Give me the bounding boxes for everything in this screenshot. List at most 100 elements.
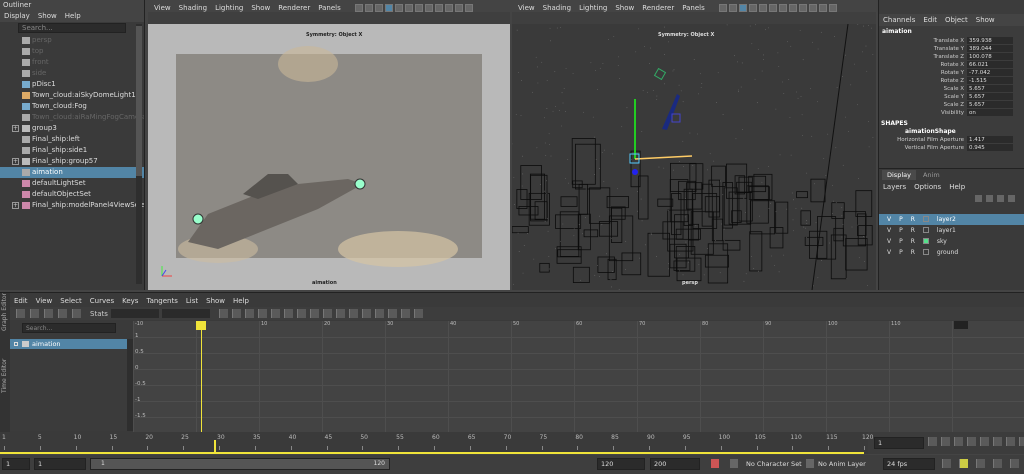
playback-start-field[interactable]: 1 — [34, 458, 86, 470]
graph-editor-menu-view[interactable]: View — [36, 297, 53, 305]
retime-icon[interactable] — [72, 309, 81, 318]
layer-flag-r[interactable]: R — [911, 236, 915, 247]
preferences-icon[interactable] — [1010, 459, 1019, 468]
layer-flag-r[interactable]: R — [911, 247, 915, 258]
resolution-gate-icon[interactable] — [798, 4, 807, 12]
shaded-icon[interactable] — [748, 4, 757, 12]
channel-row[interactable]: Vertical Film Aperture 0.945 — [879, 144, 1024, 152]
gamma-icon[interactable] — [828, 4, 837, 12]
aim-locator-icon[interactable] — [671, 113, 681, 123]
range-bar[interactable]: 1 120 — [90, 458, 390, 470]
up-locator-icon[interactable] — [653, 67, 667, 81]
channel-row[interactable]: Scale Y 5.657 — [879, 93, 1024, 101]
denormalize-icon[interactable] — [413, 309, 423, 318]
layer-menu-options[interactable]: Options — [914, 183, 941, 191]
flat-tangent-icon[interactable] — [270, 309, 280, 318]
channel-value-field[interactable]: 5.657 — [967, 93, 1013, 101]
new-layer-icon[interactable] — [997, 195, 1004, 202]
expand-icon[interactable]: + — [12, 202, 19, 209]
channel-row[interactable]: Scale X 5.657 — [879, 85, 1024, 93]
time-editor-tab[interactable]: Time Editor — [1, 359, 8, 393]
left-viewport-menu-renderer[interactable]: Renderer — [278, 4, 310, 12]
fps-dropdown[interactable]: 24 fps — [883, 458, 935, 470]
channel-box-menu-edit[interactable]: Edit — [923, 16, 937, 24]
layer-flag-r[interactable]: R — [911, 225, 915, 236]
grid-icon[interactable] — [728, 4, 737, 12]
step-tangent-icon[interactable] — [283, 309, 293, 318]
channel-value-field[interactable]: 66.021 — [967, 61, 1013, 69]
outliner-item[interactable]: top — [0, 46, 144, 57]
stats-field-1[interactable] — [110, 309, 159, 318]
expand-icon[interactable] — [14, 342, 18, 346]
outliner-item[interactable]: front — [0, 57, 144, 68]
left-viewport-menu-lighting[interactable]: Lighting — [215, 4, 243, 12]
shaded-icon[interactable] — [384, 4, 393, 12]
insert-key-icon[interactable] — [30, 309, 39, 318]
camera-icon[interactable] — [718, 4, 727, 12]
channel-row[interactable]: Translate Y 389.044 — [879, 45, 1024, 53]
right-viewport-menu-show[interactable]: Show — [615, 4, 634, 12]
right-viewport-menu-lighting[interactable]: Lighting — [579, 4, 607, 12]
outliner-item[interactable]: Town_cloud:aiSkyDomeLight1 — [0, 90, 144, 101]
outliner-item[interactable]: aimation — [0, 167, 144, 178]
wireframe-icon[interactable] — [374, 4, 383, 12]
channel-value-field[interactable]: 5.657 — [967, 101, 1013, 109]
move-z-axis-manipulator[interactable] — [632, 169, 638, 175]
channel-row[interactable]: Translate X 359.938 — [879, 37, 1024, 45]
graph-editor-menu-list[interactable]: List — [186, 297, 198, 305]
animation-start-field[interactable]: 1 — [2, 458, 30, 470]
layer-color-swatch[interactable] — [922, 238, 929, 244]
gamma-icon[interactable] — [464, 4, 473, 12]
anim-layer-dropdown[interactable]: No Anim Layer — [818, 458, 876, 470]
playback-end-field[interactable]: 120 — [597, 458, 645, 470]
step-back-frame-icon[interactable] — [954, 437, 963, 446]
film-gate-icon[interactable] — [444, 4, 453, 12]
move-x-axis-manipulator[interactable] — [634, 155, 693, 160]
layer-color-swatch[interactable] — [922, 216, 929, 222]
graph-editor-tab[interactable]: Graph Editor — [1, 293, 8, 331]
new-layer-selected-icon[interactable] — [1008, 195, 1015, 202]
animation-end-field[interactable]: 200 — [650, 458, 700, 470]
play-forward-icon[interactable] — [980, 437, 989, 446]
wireframe-icon[interactable] — [738, 4, 747, 12]
move-key-icon[interactable] — [16, 309, 25, 318]
xray-icon[interactable] — [424, 4, 433, 12]
light-icon[interactable] — [758, 4, 767, 12]
xray-icon[interactable] — [788, 4, 797, 12]
outliner-menu-help[interactable]: Help — [65, 12, 81, 20]
break-tangent-icon[interactable] — [309, 309, 319, 318]
go-to-end-icon[interactable] — [1019, 437, 1024, 446]
loop-icon[interactable] — [942, 459, 951, 468]
light-icon[interactable] — [394, 4, 403, 12]
unify-tangent-icon[interactable] — [322, 309, 332, 318]
layer-row-sky[interactable]: V P Rsky — [879, 236, 1024, 247]
outliner-item[interactable]: Town_cloud:aiRaMingFogCamera — [0, 112, 144, 123]
channel-row[interactable]: Rotate Z -1.515 — [879, 77, 1024, 85]
graph-editor-menu-keys[interactable]: Keys — [122, 297, 138, 305]
outliner-menu-display[interactable]: Display — [4, 12, 30, 20]
isolate-icon[interactable] — [414, 4, 423, 12]
channel-value-field[interactable]: 359.938 — [967, 37, 1013, 45]
camera-icon[interactable] — [354, 4, 363, 12]
current-frame-marker[interactable] — [213, 440, 216, 452]
current-time-indicator[interactable] — [201, 321, 202, 432]
layer-flag-r[interactable]: R — [911, 214, 915, 225]
channel-value-field[interactable]: 389.044 — [967, 45, 1013, 53]
current-frame-field[interactable]: 1 — [874, 437, 924, 449]
spline-tangent-icon[interactable] — [231, 309, 241, 318]
step-forward-frame-icon[interactable] — [993, 437, 1002, 446]
linear-tangent-icon[interactable] — [257, 309, 267, 318]
resolution-gate-icon[interactable] — [434, 4, 443, 12]
outliner-item[interactable]: + group3 — [0, 123, 144, 134]
free-weight-icon[interactable] — [335, 309, 345, 318]
time-slider-track[interactable]: 1 5 10 15 20 25 30 35 40 45 50 55 60 65 70 75 80 85 90 95 10… — [0, 432, 873, 454]
layer-row-ground[interactable]: V P Rground — [879, 247, 1024, 258]
go-to-start-icon[interactable] — [928, 437, 937, 446]
channel-value-field[interactable]: -1.515 — [967, 77, 1013, 85]
hud-icon[interactable] — [454, 4, 463, 12]
right-viewport[interactable]: Symmetry: Object X persp — [512, 24, 876, 290]
play-backward-icon[interactable] — [967, 437, 976, 446]
auto-tangent-icon[interactable] — [218, 309, 228, 318]
outliner-item[interactable]: pDisc1 — [0, 79, 144, 90]
left-viewport-menu-shading[interactable]: Shading — [179, 4, 207, 12]
